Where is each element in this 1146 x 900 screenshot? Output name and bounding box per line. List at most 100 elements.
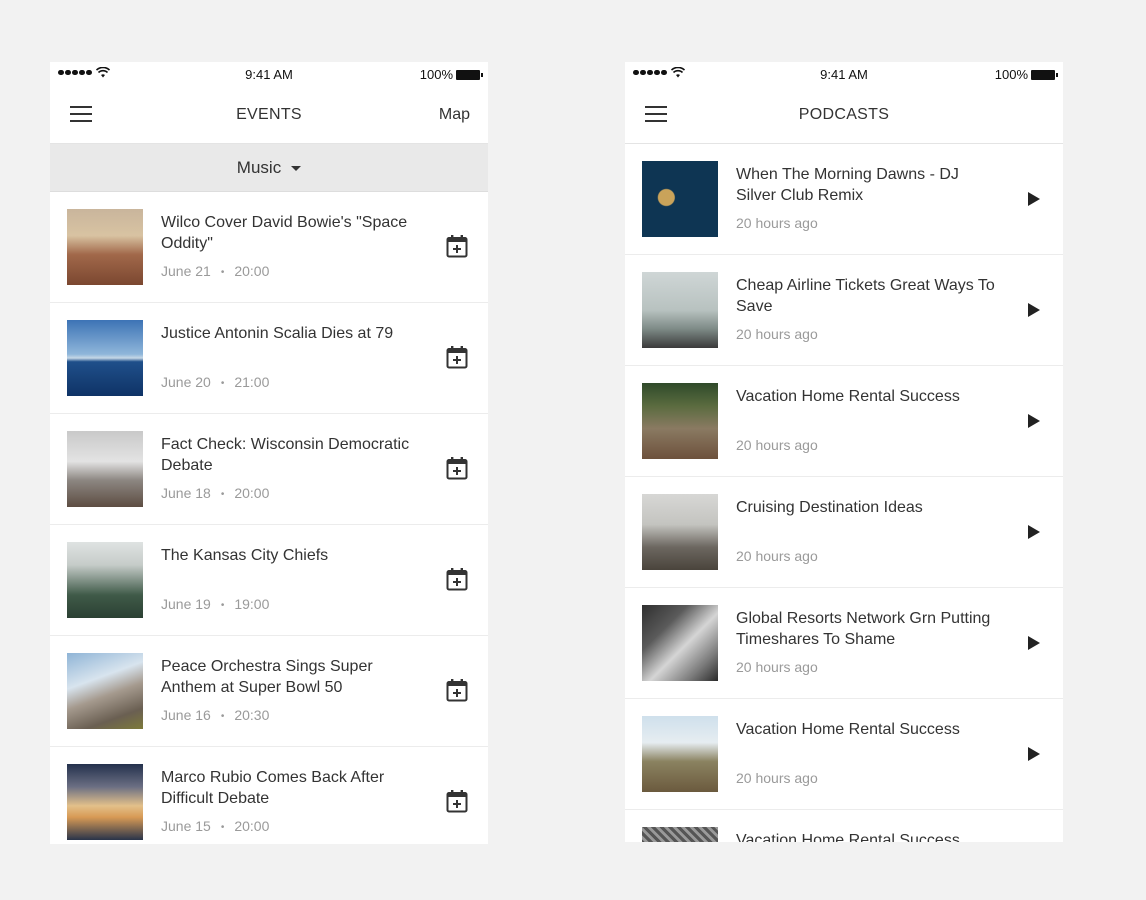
podcast-thumbnail: [642, 494, 718, 570]
battery-percent: 100%: [994, 67, 1028, 82]
podcast-age: 20 hours ago: [736, 215, 818, 231]
event-time: 19:00: [234, 596, 270, 612]
podcast-age: 20 hours ago: [736, 659, 818, 675]
category-filter-label: Music: [236, 157, 282, 177]
event-thumbnail: [67, 764, 143, 840]
podcast-list: When The Morning Dawns - DJ Silver Club …: [625, 144, 1063, 842]
event-list-item[interactable]: Fact Check: Wisconsin Democratic Debate J…: [50, 414, 488, 525]
podcast-list-item[interactable]: When The Morning Dawns - DJ Silver Club …: [625, 144, 1063, 255]
event-title: Marco Rubio Comes Back After Difficult D…: [161, 769, 385, 807]
event-title: Wilco Cover David Bowie's "Space Oddity": [161, 214, 408, 252]
event-meta: June 21 • 20:00: [161, 263, 269, 279]
calendar-add-icon[interactable]: [446, 789, 468, 813]
battery-group: 100%: [419, 67, 483, 82]
podcasts-screen: 9:41 AM 100% PODCASTS When The Morning D…: [625, 62, 1063, 842]
event-thumbnail: [67, 209, 143, 285]
podcast-age: 20 hours ago: [736, 770, 818, 786]
event-date: June 21: [161, 263, 211, 279]
event-date: June 20: [161, 374, 211, 390]
event-title: The Kansas City Chiefs: [161, 547, 329, 564]
calendar-add-icon[interactable]: [446, 234, 468, 258]
play-icon[interactable]: [1027, 746, 1041, 762]
status-bar: 9:41 AM 100%: [625, 62, 1063, 86]
event-time: 20:00: [234, 485, 270, 501]
event-thumbnail: [67, 542, 143, 618]
event-list-item[interactable]: The Kansas City Chiefs June 19 • 19:00: [50, 525, 488, 636]
play-icon[interactable]: [1027, 635, 1041, 651]
podcast-thumbnail: [642, 161, 718, 237]
event-date: June 15: [161, 818, 211, 834]
event-meta: June 16 • 20:30: [161, 707, 269, 723]
status-bar: 9:41 AM 100%: [50, 62, 488, 86]
map-button[interactable]: Map: [439, 106, 470, 124]
meta-separator: •: [220, 267, 225, 278]
event-time: 20:30: [234, 707, 270, 723]
podcast-title: Vacation Home Rental Success: [736, 388, 960, 405]
event-time: 21:00: [234, 374, 270, 390]
podcast-age: 20 hours ago: [736, 437, 818, 453]
podcast-list-item[interactable]: Cheap Airline Tickets Great Ways To Save…: [625, 255, 1063, 366]
event-meta: June 18 • 20:00: [161, 485, 269, 501]
podcast-list-item[interactable]: Vacation Home Rental Success 20 hours ago: [625, 366, 1063, 477]
category-filter-dropdown[interactable]: Music: [50, 144, 488, 192]
play-icon[interactable]: [1027, 524, 1041, 540]
podcast-thumbnail: [642, 383, 718, 459]
event-list-item[interactable]: Marco Rubio Comes Back After Difficult D…: [50, 747, 488, 844]
meta-separator: •: [220, 489, 225, 500]
battery-icon: [1031, 69, 1058, 80]
event-date: June 19: [161, 596, 211, 612]
event-time: 20:00: [234, 818, 270, 834]
event-title: Peace Orchestra Sings Super Anthem at Su…: [161, 658, 373, 696]
battery-percent: 100%: [419, 67, 453, 82]
event-date: June 16: [161, 707, 211, 723]
events-screen: 9:41 AM 100% EVENTS Map Music Wilco Cove…: [50, 62, 488, 844]
podcast-title: Cruising Destination Ideas: [736, 499, 923, 516]
event-thumbnail: [67, 320, 143, 396]
event-thumbnail: [67, 431, 143, 507]
play-icon[interactable]: [1027, 191, 1041, 207]
battery-icon: [456, 69, 483, 80]
battery-group: 100%: [994, 67, 1058, 82]
podcast-thumbnail: [642, 605, 718, 681]
podcast-title: Vacation Home Rental Success: [736, 832, 960, 842]
nav-bar: PODCASTS: [625, 86, 1063, 144]
nav-bar: EVENTS Map: [50, 86, 488, 144]
podcast-title: Global Resorts Network Grn Putting Times…: [736, 610, 991, 648]
event-thumbnail: [67, 653, 143, 729]
podcast-thumbnail: [642, 272, 718, 348]
meta-separator: •: [220, 822, 225, 833]
event-time: 20:00: [234, 263, 270, 279]
page-title: PODCASTS: [798, 106, 890, 123]
event-title: Justice Antonin Scalia Dies at 79: [161, 325, 394, 342]
event-meta: June 15 • 20:00: [161, 818, 269, 834]
event-list-item[interactable]: Justice Antonin Scalia Dies at 79 June 20…: [50, 303, 488, 414]
podcast-list-item[interactable]: Vacation Home Rental Success: [625, 810, 1063, 842]
podcast-thumbnail: [642, 827, 718, 842]
podcast-title: Vacation Home Rental Success: [736, 721, 960, 738]
page-title: EVENTS: [236, 106, 302, 123]
meta-separator: •: [220, 378, 225, 389]
podcast-list-item[interactable]: Global Resorts Network Grn Putting Times…: [625, 588, 1063, 699]
event-meta: June 20 • 21:00: [161, 374, 269, 390]
meta-separator: •: [220, 600, 225, 611]
play-icon[interactable]: [1027, 413, 1041, 429]
podcast-age: 20 hours ago: [736, 326, 818, 342]
calendar-add-icon[interactable]: [446, 567, 468, 591]
calendar-add-icon[interactable]: [446, 345, 468, 369]
event-list-item[interactable]: Wilco Cover David Bowie's "Space Oddity"…: [50, 192, 488, 303]
podcast-list-item[interactable]: Vacation Home Rental Success 20 hours ago: [625, 699, 1063, 810]
podcast-age: 20 hours ago: [736, 548, 818, 564]
event-list: Wilco Cover David Bowie's "Space Oddity"…: [50, 192, 488, 844]
calendar-add-icon[interactable]: [446, 456, 468, 480]
calendar-add-icon[interactable]: [446, 678, 468, 702]
podcast-thumbnail: [642, 716, 718, 792]
podcast-list-item[interactable]: Cruising Destination Ideas 20 hours ago: [625, 477, 1063, 588]
podcast-title: When The Morning Dawns - DJ Silver Club …: [736, 166, 959, 204]
event-title: Fact Check: Wisconsin Democratic Debate: [161, 436, 410, 474]
caret-down-icon: [291, 166, 302, 171]
play-icon[interactable]: [1027, 302, 1041, 318]
event-meta: June 19 • 19:00: [161, 596, 269, 612]
meta-separator: •: [220, 711, 225, 722]
event-list-item[interactable]: Peace Orchestra Sings Super Anthem at Su…: [50, 636, 488, 747]
event-date: June 18: [161, 485, 211, 501]
